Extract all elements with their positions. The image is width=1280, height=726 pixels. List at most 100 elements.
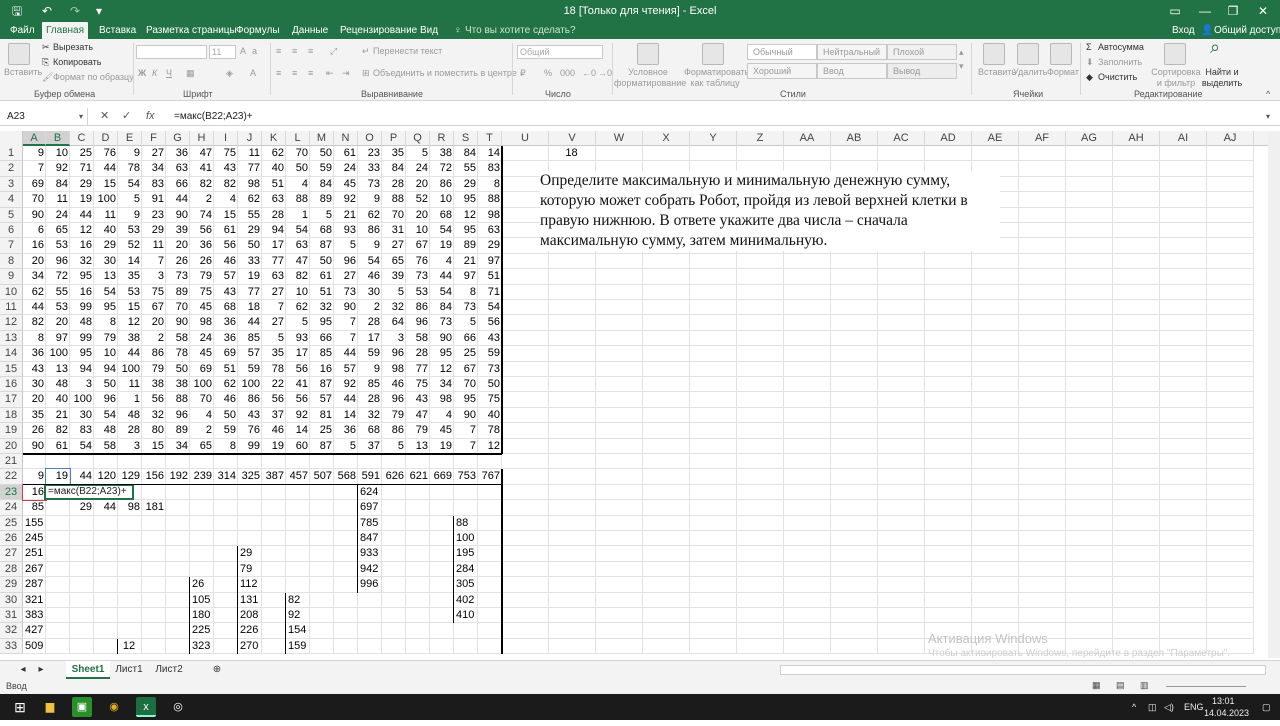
notifications-icon[interactable]: ▢: [1262, 694, 1271, 720]
cell[interactable]: 73: [334, 285, 358, 300]
tell-me-icon[interactable]: ♀: [454, 22, 462, 39]
cell[interactable]: 45: [190, 300, 214, 315]
cell[interactable]: 54: [430, 285, 454, 300]
cell[interactable]: 5: [286, 315, 310, 330]
cell[interactable]: 45: [334, 177, 358, 192]
cell[interactable]: 93: [286, 331, 310, 346]
cell[interactable]: 77: [238, 285, 262, 300]
cell[interactable]: 39: [382, 269, 406, 284]
cell[interactable]: 11: [46, 192, 70, 207]
cell[interactable]: 32: [310, 300, 334, 315]
pycharm-icon[interactable]: ▣: [72, 697, 92, 717]
delete-cells-button[interactable]: Удалить: [1013, 67, 1047, 78]
cell[interactable]: 50: [310, 254, 334, 269]
cell[interactable]: 35: [118, 269, 142, 284]
cell[interactable]: 20: [406, 208, 430, 223]
keyboard-language[interactable]: ENG: [1184, 694, 1204, 720]
cell[interactable]: 32: [70, 254, 94, 269]
volume-icon[interactable]: ◁): [1164, 694, 1174, 720]
cell[interactable]: 37: [358, 439, 382, 454]
cell[interactable]: 66: [166, 177, 190, 192]
cell[interactable]: 88: [454, 516, 478, 531]
cell[interactable]: 70: [454, 377, 478, 392]
insert-cells-button[interactable]: Вставить: [978, 67, 1016, 78]
cell[interactable]: 4: [430, 254, 454, 269]
cell[interactable]: 71: [70, 161, 94, 176]
cell[interactable]: 51: [310, 285, 334, 300]
cell[interactable]: 92: [286, 608, 310, 623]
cell[interactable]: 95: [454, 223, 478, 238]
row-header[interactable]: 11: [0, 300, 23, 316]
row-header[interactable]: 13: [0, 330, 23, 347]
cell[interactable]: 54: [94, 285, 118, 300]
row-header[interactable]: 32: [0, 623, 23, 639]
cell[interactable]: 70: [23, 192, 46, 207]
cell[interactable]: 33: [358, 161, 382, 176]
row-header[interactable]: 4: [0, 192, 23, 208]
cell[interactable]: 16: [23, 238, 46, 253]
cell[interactable]: 245: [23, 531, 46, 546]
cell[interactable]: 25: [310, 423, 334, 438]
cell[interactable]: 17: [262, 238, 286, 253]
cell[interactable]: 323: [190, 639, 214, 654]
cell[interactable]: 82: [23, 315, 46, 330]
cell[interactable]: 30: [358, 285, 382, 300]
page-layout-view-icon[interactable]: ▤: [1116, 680, 1125, 691]
cell[interactable]: 67: [142, 300, 166, 315]
cell[interactable]: 15: [142, 439, 166, 454]
column-header[interactable]: AG: [1066, 131, 1113, 146]
cell[interactable]: 8: [214, 439, 238, 454]
row-header[interactable]: 12: [0, 315, 23, 331]
cell[interactable]: 84: [310, 177, 334, 192]
row-header[interactable]: 10: [0, 284, 23, 300]
cell[interactable]: 29: [70, 500, 94, 515]
cell[interactable]: 63: [262, 192, 286, 207]
row-header[interactable]: 22: [0, 469, 23, 485]
column-header[interactable]: A: [23, 131, 46, 146]
cell[interactable]: 2: [358, 300, 382, 315]
cell[interactable]: 56: [142, 392, 166, 407]
cell[interactable]: 89: [310, 192, 334, 207]
normal-view-icon[interactable]: ▦: [1092, 680, 1101, 691]
sheet-tab-list1[interactable]: Лист1: [112, 661, 146, 679]
cell[interactable]: 9: [23, 469, 46, 484]
cell[interactable]: 75: [142, 285, 166, 300]
cell[interactable]: 12: [430, 362, 454, 377]
prev-sheet-icon[interactable]: ◂: [16, 661, 30, 679]
cell[interactable]: 56: [286, 362, 310, 377]
cell[interactable]: 8: [454, 285, 478, 300]
cell[interactable]: 95: [94, 300, 118, 315]
decrease-indent-icon[interactable]: ⇤: [326, 68, 334, 79]
cell[interactable]: 75: [190, 285, 214, 300]
cell[interactable]: 73: [430, 315, 454, 330]
cell[interactable]: 44: [23, 300, 46, 315]
cell[interactable]: 36: [334, 423, 358, 438]
collapse-ribbon-icon[interactable]: ^: [1266, 89, 1270, 100]
format-as-table-button[interactable]: Форматировать как таблицу: [684, 67, 749, 89]
row-header[interactable]: 27: [0, 546, 23, 562]
cell[interactable]: 72: [46, 269, 70, 284]
cell[interactable]: 753: [454, 469, 478, 484]
align-right-icon[interactable]: ≡: [308, 68, 313, 79]
cell[interactable]: 76: [94, 146, 118, 161]
cell[interactable]: 86: [382, 423, 406, 438]
file-explorer-icon[interactable]: ▆: [40, 697, 60, 717]
cell[interactable]: 73: [358, 177, 382, 192]
cell[interactable]: 3: [382, 331, 406, 346]
cell[interactable]: 15: [94, 177, 118, 192]
cell[interactable]: 26: [190, 577, 214, 592]
font-name-select[interactable]: [136, 45, 207, 59]
cell[interactable]: 180: [190, 608, 214, 623]
cell[interactable]: 27: [382, 238, 406, 253]
grow-font-icon[interactable]: A: [240, 46, 246, 57]
cell[interactable]: 427: [23, 623, 46, 638]
row-header[interactable]: 18: [0, 407, 23, 424]
cell[interactable]: 40: [94, 223, 118, 238]
cell[interactable]: 20: [46, 315, 70, 330]
cell[interactable]: 24: [190, 331, 214, 346]
cell[interactable]: 11: [118, 377, 142, 392]
cell[interactable]: 63: [262, 269, 286, 284]
zoom-slider[interactable]: [1166, 686, 1246, 687]
cell[interactable]: 10: [406, 223, 430, 238]
conditional-formatting-button[interactable]: Условное форматирование: [614, 67, 686, 89]
